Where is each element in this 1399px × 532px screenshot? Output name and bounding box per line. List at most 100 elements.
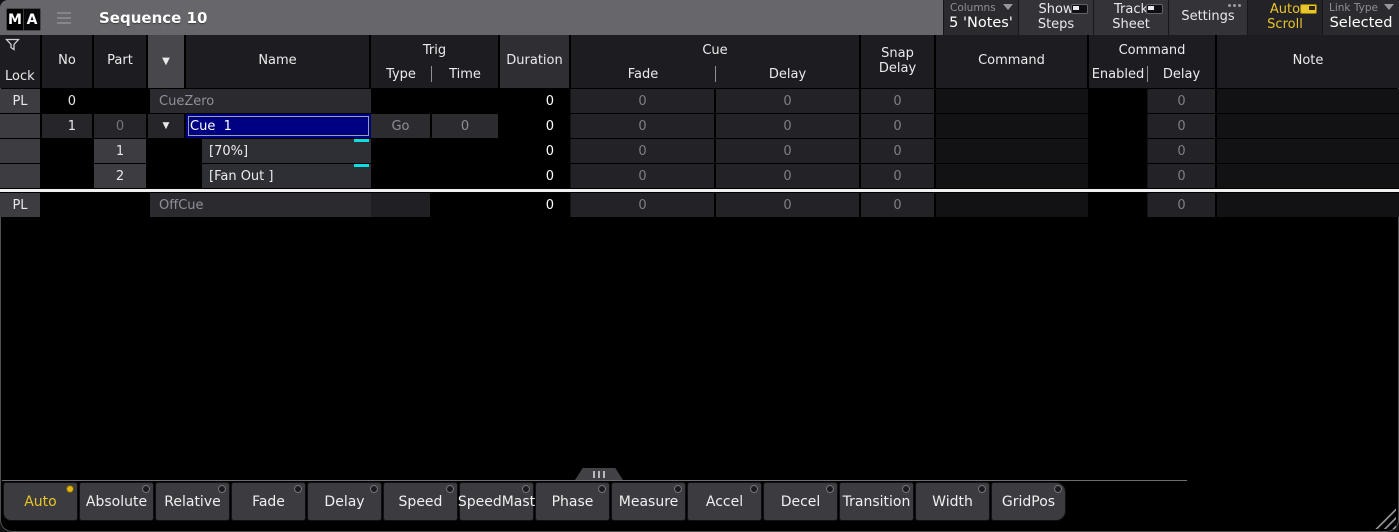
encoder-button-accel[interactable]: Accel bbox=[687, 482, 762, 521]
cell-fade[interactable]: 0 bbox=[571, 193, 716, 217]
cell-snap-delay[interactable]: 0 bbox=[861, 114, 936, 138]
column-header-cmd-enabled[interactable]: Enabled bbox=[1089, 67, 1147, 82]
encoder-button-transition[interactable]: Transition bbox=[839, 482, 914, 521]
cell-command[interactable] bbox=[936, 114, 1089, 138]
cell-no[interactable]: 0 bbox=[42, 89, 94, 113]
cell-trig-type[interactable] bbox=[371, 193, 432, 217]
cell-cmd-delay[interactable]: 0 bbox=[1148, 139, 1217, 163]
cell-name[interactable]: CueZero bbox=[148, 89, 371, 113]
cell-command[interactable] bbox=[936, 164, 1089, 188]
cell-cmd-enabled[interactable] bbox=[1089, 193, 1148, 217]
cell-trig-type[interactable] bbox=[371, 164, 432, 188]
cell-part[interactable]: 0 bbox=[94, 114, 148, 138]
column-header-trig[interactable]: Trig Type Time bbox=[371, 35, 500, 88]
columns-select[interactable]: Columns 5 'Notes' bbox=[943, 0, 1018, 35]
cell-duration[interactable]: 0 bbox=[500, 139, 571, 163]
cell-part[interactable] bbox=[94, 193, 148, 217]
cell-note[interactable] bbox=[1217, 193, 1399, 217]
column-header-part[interactable]: Part bbox=[94, 35, 148, 88]
encoder-button-gridpos[interactable]: GridPos bbox=[991, 482, 1066, 521]
cell-cmd-delay[interactable]: 0 bbox=[1148, 193, 1217, 217]
menu-icon[interactable] bbox=[57, 12, 71, 24]
column-header-command-group[interactable]: Command Enabled Delay bbox=[1089, 35, 1217, 88]
cell-cmd-delay[interactable]: 0 bbox=[1148, 164, 1217, 188]
cell-cmd-delay[interactable]: 0 bbox=[1148, 89, 1217, 113]
cell-name[interactable]: [70%] bbox=[202, 139, 371, 163]
column-header-note[interactable]: Note bbox=[1217, 35, 1399, 88]
cell-fade[interactable]: 0 bbox=[571, 164, 716, 188]
show-steps-button[interactable]: Show Steps bbox=[1018, 0, 1093, 35]
cell-trig-type[interactable]: Go bbox=[371, 114, 432, 138]
cell-no[interactable]: 1 bbox=[42, 114, 94, 138]
column-header-command[interactable]: Command bbox=[936, 35, 1089, 88]
cell-snap-delay[interactable]: 0 bbox=[861, 193, 936, 217]
cell-lock[interactable] bbox=[0, 139, 42, 163]
cell-duration[interactable]: 0 bbox=[500, 89, 571, 113]
cell-duration[interactable]: 0 bbox=[500, 114, 571, 138]
cell-duration[interactable]: 0 bbox=[500, 193, 571, 217]
column-header-trig-time[interactable]: Time bbox=[432, 67, 498, 82]
cell-cmd-enabled[interactable] bbox=[1089, 139, 1148, 163]
column-header-trig-type[interactable]: Type bbox=[371, 67, 431, 82]
cell-trig-type[interactable] bbox=[371, 89, 432, 113]
encoder-button-relative[interactable]: Relative bbox=[155, 482, 230, 521]
cell-command[interactable] bbox=[936, 89, 1089, 113]
settings-button[interactable]: Settings bbox=[1168, 0, 1247, 35]
encoder-button-decel[interactable]: Decel bbox=[763, 482, 838, 521]
cell-delay[interactable]: 0 bbox=[716, 164, 861, 188]
cell-name[interactable]: [Fan Out ] bbox=[202, 164, 371, 188]
cell-delay[interactable]: 0 bbox=[716, 139, 861, 163]
cell-trig-time[interactable]: 0 bbox=[432, 114, 500, 138]
cell-part[interactable]: 2 bbox=[94, 164, 148, 188]
cell-delay[interactable]: 0 bbox=[716, 114, 861, 138]
cell-part[interactable]: 1 bbox=[94, 139, 148, 163]
collapse-toggle[interactable]: ▼ bbox=[148, 114, 186, 138]
cell-lock[interactable]: PL bbox=[0, 193, 42, 217]
cell-note[interactable] bbox=[1217, 164, 1399, 188]
cell-delay[interactable]: 0 bbox=[716, 89, 861, 113]
cell-name[interactable]: OffCue bbox=[148, 193, 371, 217]
cell-snap-delay[interactable]: 0 bbox=[861, 164, 936, 188]
cell-no[interactable] bbox=[42, 193, 94, 217]
auto-scroll-button[interactable]: Auto Scroll bbox=[1247, 0, 1322, 35]
cell-note[interactable] bbox=[1217, 89, 1399, 113]
cell-trig-time[interactable] bbox=[432, 164, 500, 188]
encoder-button-speedmast[interactable]: SpeedMast bbox=[459, 482, 534, 521]
cell-part[interactable] bbox=[94, 89, 148, 113]
encoder-button-absolute[interactable]: Absolute bbox=[79, 482, 154, 521]
cell-fade[interactable]: 0 bbox=[571, 114, 716, 138]
cell-no[interactable] bbox=[42, 139, 94, 163]
cell-cmd-enabled[interactable] bbox=[1089, 89, 1148, 113]
cell-trig-time[interactable] bbox=[432, 193, 500, 217]
cell-lock[interactable] bbox=[0, 164, 42, 188]
cell-command[interactable] bbox=[936, 193, 1089, 217]
cell-duration[interactable]: 0 bbox=[500, 164, 571, 188]
cell-fade[interactable]: 0 bbox=[571, 139, 716, 163]
column-header-collapse[interactable]: ▼ bbox=[148, 35, 186, 88]
encoder-button-speed[interactable]: Speed bbox=[383, 482, 458, 521]
cell-note[interactable] bbox=[1217, 114, 1399, 138]
cell-cmd-enabled[interactable] bbox=[1089, 114, 1148, 138]
cell-trig-type[interactable] bbox=[371, 139, 432, 163]
column-header-lock[interactable]: Lock bbox=[0, 35, 42, 88]
cell-cmd-delay[interactable]: 0 bbox=[1148, 114, 1217, 138]
cell-note[interactable] bbox=[1217, 139, 1399, 163]
column-header-cue[interactable]: Cue Fade Delay bbox=[571, 35, 861, 88]
cell-trig-time[interactable] bbox=[432, 139, 500, 163]
cell-no[interactable] bbox=[42, 164, 94, 188]
column-header-snap-delay[interactable]: Snap Delay bbox=[861, 35, 936, 88]
column-header-cmd-delay[interactable]: Delay bbox=[1148, 67, 1215, 82]
cell-cmd-enabled[interactable] bbox=[1089, 164, 1148, 188]
resize-grip-icon[interactable] bbox=[1370, 503, 1396, 529]
encoder-button-measure[interactable]: Measure bbox=[611, 482, 686, 521]
column-header-name[interactable]: Name bbox=[186, 35, 371, 88]
encoder-button-width[interactable]: Width bbox=[915, 482, 990, 521]
cell-name-selected[interactable]: Cue 1 bbox=[186, 114, 371, 138]
encoder-button-auto[interactable]: Auto bbox=[3, 482, 78, 521]
cell-trig-time[interactable] bbox=[432, 89, 500, 113]
cell-delay[interactable]: 0 bbox=[716, 193, 861, 217]
cell-fade[interactable]: 0 bbox=[571, 89, 716, 113]
cell-snap-delay[interactable]: 0 bbox=[861, 89, 936, 113]
link-type-select[interactable]: Link Type Selected bbox=[1322, 0, 1399, 35]
column-header-duration[interactable]: Duration bbox=[500, 35, 571, 88]
